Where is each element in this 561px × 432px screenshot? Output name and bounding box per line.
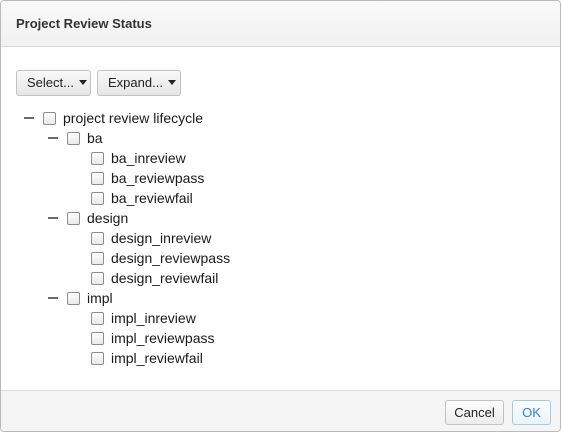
checkbox-leaf[interactable] xyxy=(91,151,104,165)
tree-node-root: project review lifecycle xyxy=(23,109,203,127)
tree-leaf: ba_inreview xyxy=(91,149,186,167)
collapse-toggle-icon[interactable] xyxy=(23,111,35,125)
checkbox-root[interactable] xyxy=(43,111,56,125)
dialog-footer: Cancel OK xyxy=(1,390,560,431)
project-review-status-dialog: Project Review Status Select... Expand..… xyxy=(0,0,561,432)
expand-dropdown-button[interactable]: Expand... xyxy=(97,70,181,96)
checkbox-leaf[interactable] xyxy=(91,311,104,325)
tree-node-group-ba: ba xyxy=(47,129,103,147)
tree-node-group-design: design xyxy=(47,209,128,227)
tree-leaf: design_reviewfail xyxy=(91,269,218,287)
ok-button[interactable]: OK xyxy=(512,400,551,425)
select-dropdown-button[interactable]: Select... xyxy=(16,70,91,96)
dialog-header: Project Review Status xyxy=(1,1,560,47)
tree-leaf: ba_reviewpass xyxy=(91,169,204,187)
tree-leaf: ba_reviewfail xyxy=(91,189,193,207)
collapse-toggle-icon[interactable] xyxy=(47,131,59,145)
collapse-toggle-icon[interactable] xyxy=(47,211,59,225)
tree-leaf: design_inreview xyxy=(91,229,211,247)
tree-leaf-label: design_reviewfail xyxy=(111,270,219,286)
tree-leaf-label: impl_inreview xyxy=(111,310,196,326)
tree-leaf: impl_reviewpass xyxy=(91,329,214,347)
checkbox-leaf[interactable] xyxy=(91,351,104,365)
tree-node-label: impl xyxy=(87,290,113,306)
tree-leaf: impl_reviewfail xyxy=(91,349,203,367)
tree-leaf-label: ba_reviewpass xyxy=(111,170,205,186)
checkbox-leaf[interactable] xyxy=(91,231,104,245)
checkbox-leaf[interactable] xyxy=(91,251,104,265)
tree-node-label: ba xyxy=(87,130,103,146)
checkbox-leaf[interactable] xyxy=(91,171,104,185)
checkbox-leaf[interactable] xyxy=(91,331,104,345)
tree-leaf-label: ba_inreview xyxy=(111,150,186,166)
expand-dropdown-label: Expand... xyxy=(108,75,163,90)
select-dropdown-label: Select... xyxy=(27,75,74,90)
tree-leaf: impl_inreview xyxy=(91,309,196,327)
caret-down-icon xyxy=(167,79,176,85)
checkbox-group-impl[interactable] xyxy=(67,291,80,305)
dialog-title: Project Review Status xyxy=(16,16,152,31)
tree-leaf-label: impl_reviewpass xyxy=(111,330,215,346)
checkbox-group-ba[interactable] xyxy=(67,131,80,145)
tree-leaf-label: impl_reviewfail xyxy=(111,350,203,366)
tree-node-group-impl: impl xyxy=(47,289,113,307)
tree-leaf: design_reviewpass xyxy=(91,249,230,267)
tree-leaf-label: design_inreview xyxy=(111,230,212,246)
caret-down-icon xyxy=(78,79,87,85)
cancel-button[interactable]: Cancel xyxy=(445,400,504,425)
tree-leaf-label: ba_reviewfail xyxy=(111,190,193,206)
checkbox-leaf[interactable] xyxy=(91,271,104,285)
tree-node-label: project review lifecycle xyxy=(63,110,204,126)
tree-node-label: design xyxy=(87,210,129,226)
collapse-toggle-icon[interactable] xyxy=(47,291,59,305)
tree-leaf-label: design_reviewpass xyxy=(111,250,231,266)
checkbox-leaf[interactable] xyxy=(91,191,104,205)
checkbox-group-design[interactable] xyxy=(67,211,80,225)
